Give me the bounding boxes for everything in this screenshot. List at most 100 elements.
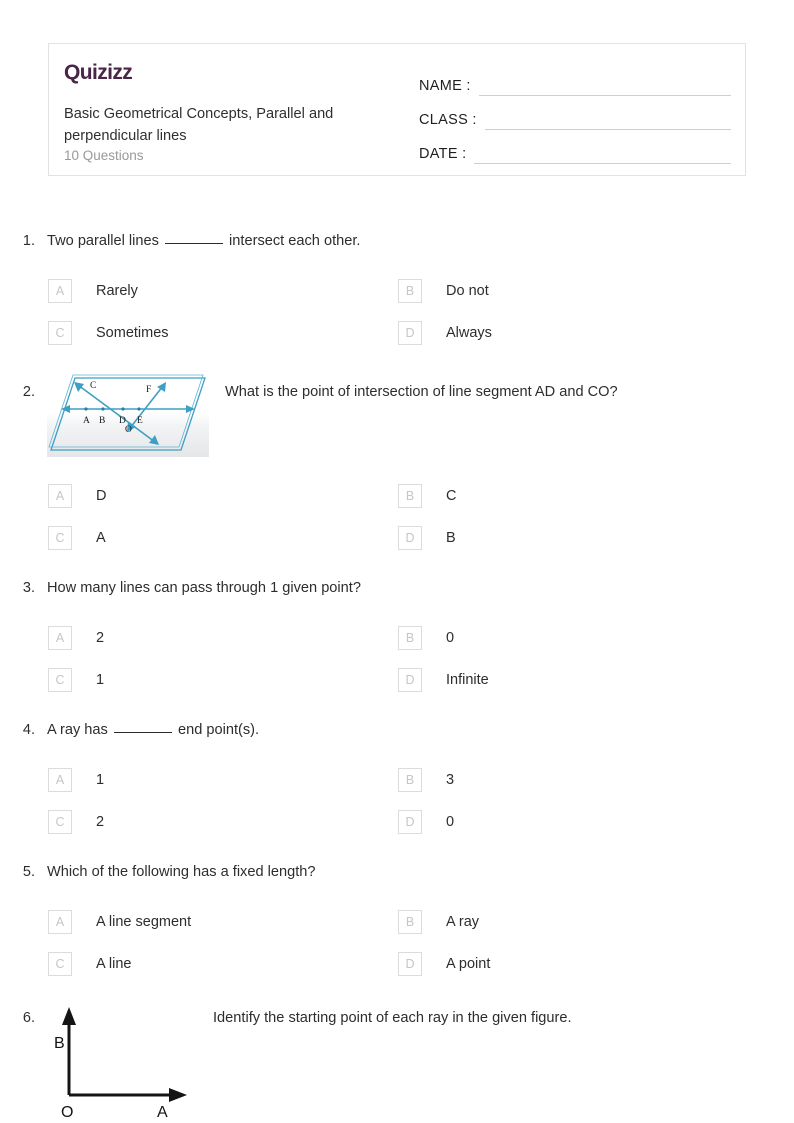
option-a[interactable]: A 2 bbox=[48, 617, 398, 659]
option-letter-box: A bbox=[48, 626, 72, 650]
option-d[interactable]: D A point bbox=[398, 943, 748, 985]
option-b[interactable]: B Do not bbox=[398, 270, 748, 312]
option-d[interactable]: D B bbox=[398, 517, 748, 559]
question-block: 5. Which of the following has a fixed le… bbox=[0, 861, 794, 985]
figure-label-b: B bbox=[99, 416, 105, 426]
option-label: D bbox=[96, 488, 107, 504]
two-rays-svg: B O A bbox=[54, 1007, 187, 1121]
option-label: Infinite bbox=[446, 672, 489, 688]
option-label: Rarely bbox=[96, 283, 138, 299]
page-title: Basic Geometrical Concepts, Parallel and… bbox=[64, 106, 334, 144]
option-label: 1 bbox=[96, 772, 105, 788]
option-letter-box: D bbox=[398, 668, 422, 692]
questions-list: 1. Two parallel lines intersect each oth… bbox=[0, 230, 794, 1121]
class-input[interactable] bbox=[484, 110, 731, 130]
option-letter-box: B bbox=[398, 768, 422, 792]
header-left-column: Quizizz Basic Geometrical Concepts, Para… bbox=[49, 44, 415, 175]
option-label: A ray bbox=[446, 914, 480, 930]
date-input[interactable] bbox=[474, 144, 731, 164]
option-label: 3 bbox=[446, 772, 455, 788]
option-letter-box: D bbox=[398, 321, 422, 345]
question-number: 2. bbox=[22, 384, 35, 400]
option-a[interactable]: A D bbox=[48, 475, 398, 517]
option-d[interactable]: D Always bbox=[398, 312, 748, 354]
question-text-part-1: Two parallel lines bbox=[47, 233, 163, 249]
options-grid: A 2 B 0 C 1 D Infinite bbox=[48, 617, 794, 701]
option-label: 0 bbox=[446, 814, 455, 830]
question-text-part-1: A ray has bbox=[47, 722, 112, 738]
option-c[interactable]: C A line bbox=[48, 943, 398, 985]
option-c[interactable]: C 1 bbox=[48, 659, 398, 701]
question-text-part-2: end point(s). bbox=[173, 722, 260, 738]
option-b[interactable]: B 3 bbox=[398, 759, 748, 801]
two-rays-figure: B O A bbox=[47, 1003, 197, 1121]
question-text: What is the point of intersection of lin… bbox=[225, 384, 618, 400]
question-figure-container: C F A B D E O bbox=[47, 372, 209, 457]
option-label: 2 bbox=[96, 630, 105, 646]
question-text: Two parallel lines intersect each other. bbox=[47, 230, 794, 252]
question-number: 1. bbox=[22, 233, 35, 249]
option-letter-box: A bbox=[48, 279, 72, 303]
question-number: 5. bbox=[22, 864, 35, 880]
figure-label-a: A bbox=[83, 416, 90, 426]
name-input[interactable] bbox=[478, 76, 731, 96]
class-field-row: CLASS : bbox=[419, 96, 731, 130]
fill-in-blank bbox=[113, 732, 172, 733]
option-letter-box: C bbox=[48, 952, 72, 976]
option-letter-box: C bbox=[48, 526, 72, 550]
name-field-row: NAME : bbox=[419, 62, 731, 96]
plane-lines-figure: C F A B D E O bbox=[47, 372, 209, 457]
option-label: C bbox=[446, 488, 457, 504]
figure-label-a: A bbox=[157, 1104, 168, 1121]
fill-in-blank bbox=[165, 243, 223, 244]
option-c[interactable]: C 2 bbox=[48, 801, 398, 843]
option-label: 0 bbox=[446, 630, 455, 646]
option-d[interactable]: D 0 bbox=[398, 801, 748, 843]
option-c[interactable]: C A bbox=[48, 517, 398, 559]
figure-label-o: O bbox=[61, 1104, 73, 1121]
question-block: 1. Two parallel lines intersect each oth… bbox=[0, 230, 794, 354]
option-a[interactable]: A A line segment bbox=[48, 901, 398, 943]
question-text: A ray has end point(s). bbox=[47, 719, 794, 741]
option-letter-box: A bbox=[48, 768, 72, 792]
option-letter-box: D bbox=[398, 526, 422, 550]
quizizz-logo: Quizizz bbox=[64, 62, 133, 83]
option-c[interactable]: C Sometimes bbox=[48, 312, 398, 354]
question-header: 1. Two parallel lines intersect each oth… bbox=[0, 230, 794, 252]
option-b[interactable]: B 0 bbox=[398, 617, 748, 659]
option-a[interactable]: A 1 bbox=[48, 759, 398, 801]
worksheet-page: Quizizz Basic Geometrical Concepts, Para… bbox=[0, 0, 794, 1123]
question-block: 2. C F A B D E O What is the point of in… bbox=[0, 372, 794, 559]
option-label: 1 bbox=[96, 672, 105, 688]
options-grid: A 1 B 3 C 2 D 0 bbox=[48, 759, 794, 843]
option-a[interactable]: A Rarely bbox=[48, 270, 398, 312]
question-block: 6. B O A Identify the starting point of … bbox=[0, 1003, 794, 1121]
option-letter-box: C bbox=[48, 810, 72, 834]
option-b[interactable]: B C bbox=[398, 475, 748, 517]
option-letter-box: D bbox=[398, 810, 422, 834]
option-label: Sometimes bbox=[96, 325, 169, 341]
worksheet-header-card: Quizizz Basic Geometrical Concepts, Para… bbox=[48, 43, 746, 176]
question-header: 3. How many lines can pass through 1 giv… bbox=[0, 577, 794, 599]
option-b[interactable]: B A ray bbox=[398, 901, 748, 943]
option-label: A bbox=[96, 530, 106, 546]
question-text: Identify the starting point of each ray … bbox=[213, 1010, 572, 1026]
option-label: A line bbox=[96, 956, 132, 972]
question-header: 4. A ray has end point(s). bbox=[0, 719, 794, 741]
option-letter-box: B bbox=[398, 279, 422, 303]
option-letter-box: C bbox=[48, 321, 72, 345]
question-header: 5. Which of the following has a fixed le… bbox=[0, 861, 794, 883]
option-label: Do not bbox=[446, 283, 489, 299]
question-text-part-2: intersect each other. bbox=[225, 233, 361, 249]
figure-label-e: E bbox=[137, 416, 143, 426]
option-letter-box: A bbox=[48, 484, 72, 508]
class-field-label: CLASS : bbox=[419, 112, 477, 128]
question-text: Which of the following has a fixed lengt… bbox=[47, 864, 316, 880]
option-letter-box: B bbox=[398, 626, 422, 650]
question-figure-container: B O A bbox=[47, 1003, 197, 1121]
options-grid: A Rarely B Do not C Sometimes D Always bbox=[48, 270, 794, 354]
question-header: 2. C F A B D E O What is the point of in… bbox=[0, 372, 794, 457]
question-count-label: 10 Questions bbox=[64, 148, 144, 163]
option-d[interactable]: D Infinite bbox=[398, 659, 748, 701]
option-label: Always bbox=[446, 325, 492, 341]
